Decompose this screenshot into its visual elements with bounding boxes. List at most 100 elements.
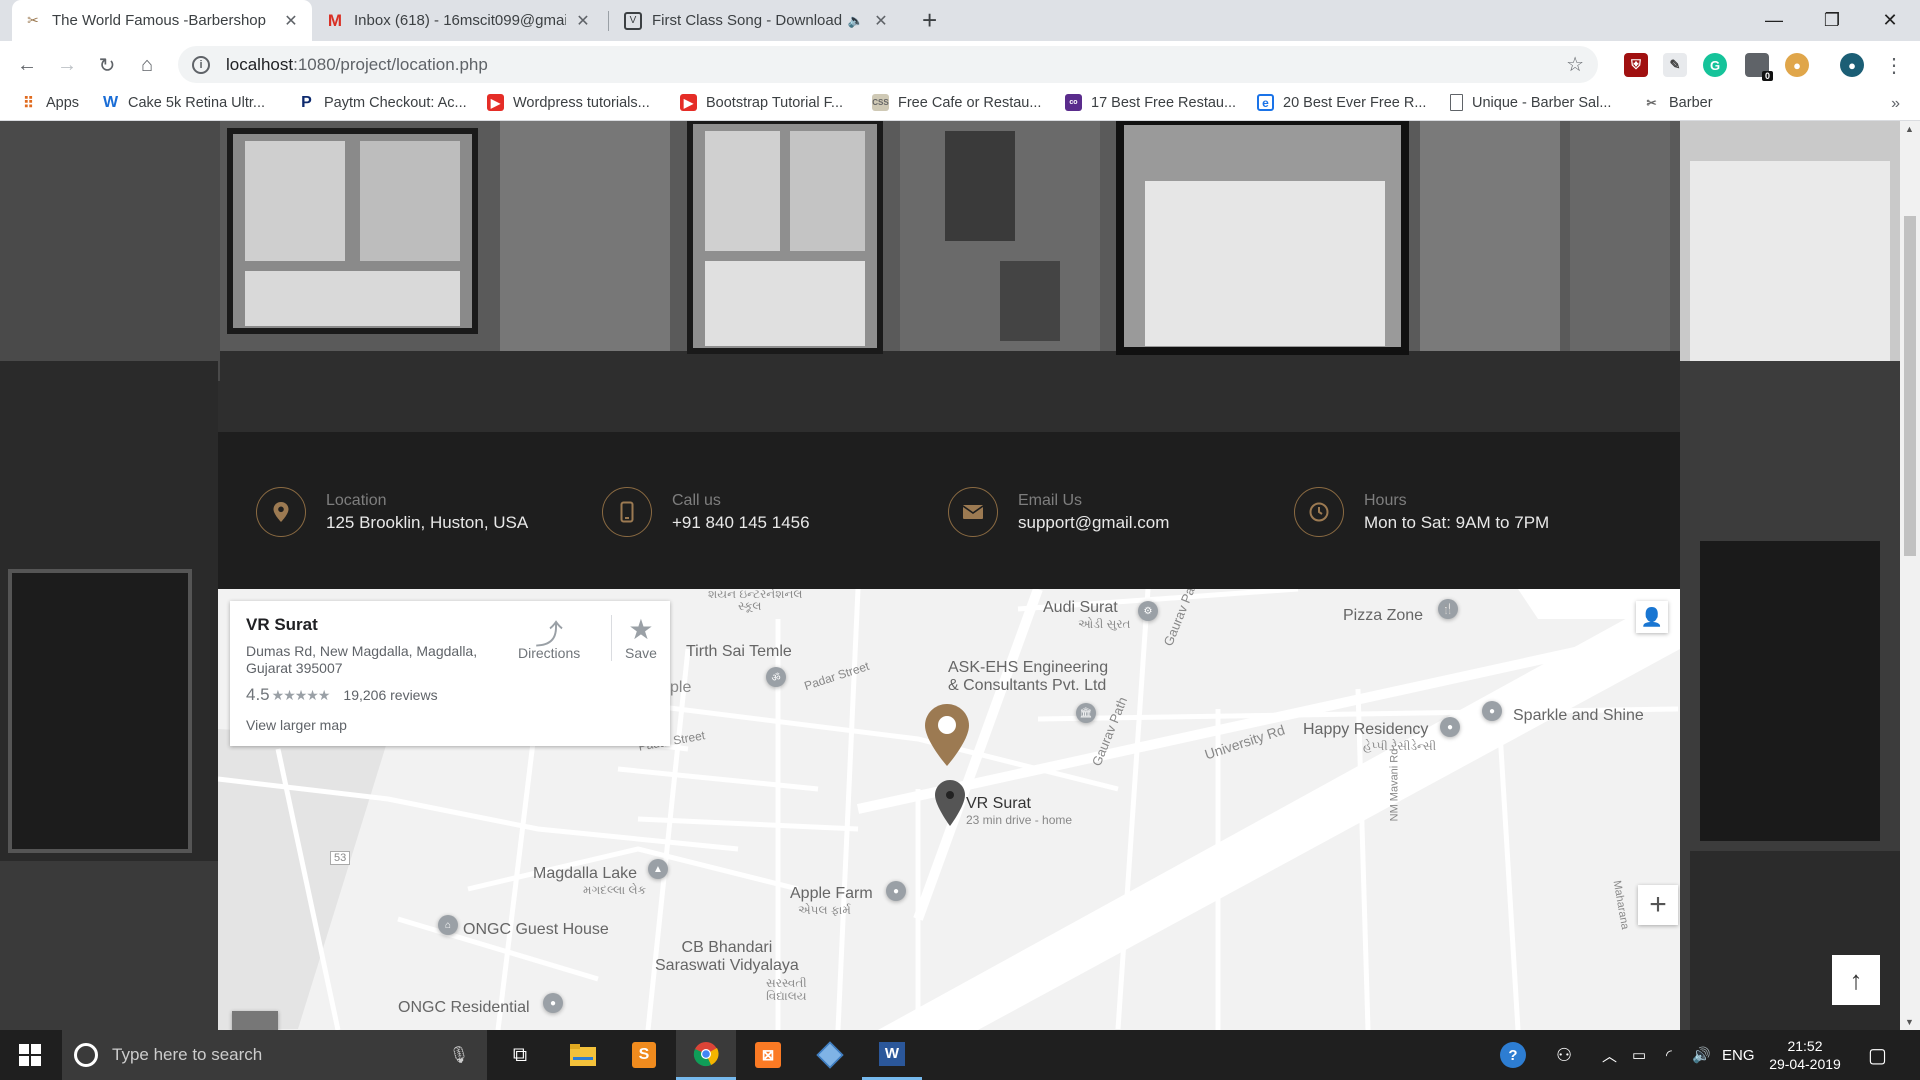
save-button[interactable]: ★ Save (625, 613, 657, 661)
vr-surat-pin-icon[interactable] (934, 779, 966, 827)
bookmark-star-icon[interactable]: ☆ (1566, 52, 1584, 77)
show-hidden-icons[interactable]: ︿ (1602, 1030, 1617, 1080)
info-icon[interactable]: i (192, 55, 210, 74)
forward-button[interactable]: → (53, 51, 81, 79)
url-path: :1080/project/location.php (293, 54, 488, 74)
location-marker-icon[interactable] (924, 703, 970, 767)
people-icon[interactable]: ⚇ (1556, 1030, 1572, 1080)
tab-song[interactable]: V First Class Song - Download 🔈 ✕ (612, 0, 902, 41)
bookmark-paytm[interactable]: P Paytm Checkout: Ac... (298, 94, 467, 111)
close-icon[interactable]: ✕ (282, 11, 300, 31)
menu-kebab-icon[interactable]: ⋮ (1880, 51, 1908, 79)
reload-button[interactable]: ↻ (93, 51, 121, 79)
paytm-icon: P (301, 93, 312, 111)
info-value: 125 Brooklin, Huston, USA (326, 513, 529, 532)
map-label-vr-surat: VR Surat (966, 795, 1031, 812)
taskbar-search-box[interactable]: Type here to search 🎙 (62, 1030, 487, 1080)
bookmark-bootstrap[interactable]: ▶ Bootstrap Tutorial F... (680, 94, 843, 111)
directions-button[interactable]: ⤴ Directions (518, 613, 580, 661)
poi-apple-farm-icon[interactable]: ● (886, 881, 906, 901)
audio-playing-icon[interactable]: 🔈 (848, 13, 864, 29)
clock[interactable]: 21:52 29-04-2019 (1760, 1037, 1850, 1073)
bookmark-label: Paytm Checkout: Ac... (324, 94, 467, 111)
google-map[interactable]: શયન ઇન્ટરનેશનલ સ્કૂલ Audi Surat ઓડી સુરત… (218, 589, 1680, 1030)
poi-sparkle-icon[interactable]: ● (1482, 701, 1502, 721)
address-bar[interactable]: i localhost:1080/project/location.php ☆ (178, 46, 1598, 83)
poi-audi-icon[interactable]: ⚙ (1138, 601, 1158, 621)
battery-icon[interactable]: ▭ (1632, 1030, 1646, 1080)
tab-barbershop[interactable]: ✂ The World Famous -Barbershop ✕ (12, 0, 312, 41)
bookmark-unique-barber[interactable]: Unique - Barber Sal... (1450, 94, 1611, 111)
minimize-button[interactable]: — (1745, 0, 1803, 41)
help-icon[interactable]: ? (1500, 1030, 1526, 1080)
poi-ask-ehs-icon[interactable]: 🏛 (1076, 703, 1096, 723)
windows-start-icon[interactable] (0, 1030, 60, 1080)
poi-pizza-icon[interactable]: 🍴 (1438, 599, 1458, 619)
home-button[interactable]: ⌂ (133, 51, 161, 79)
close-icon[interactable]: ✕ (872, 11, 890, 31)
scroll-up-arrow-icon[interactable]: ▲ (1905, 124, 1914, 134)
puzzle-extension-icon[interactable]: 0 (1745, 53, 1773, 81)
virtualbox-icon[interactable] (800, 1030, 860, 1080)
poi-tirth-icon[interactable]: ॐ (766, 667, 786, 687)
satellite-thumbnail[interactable] (232, 1011, 278, 1030)
chrome-icon[interactable] (676, 1030, 736, 1080)
close-icon[interactable]: ✕ (574, 11, 592, 31)
bookmark-restaurant-17[interactable]: co 17 Best Free Restau... (1065, 94, 1236, 111)
shield-extension-icon[interactable]: ⛨ (1624, 53, 1648, 77)
info-hours: Hours Mon to Sat: 9AM to 7PM (1294, 487, 1549, 537)
poi-ongc-guest-icon[interactable]: ⌂ (438, 915, 458, 935)
sublime-text-icon[interactable]: S (614, 1030, 674, 1080)
new-tab-button[interactable]: + (922, 5, 937, 36)
page-scrollbar[interactable]: ▲ ▼ (1900, 121, 1920, 1030)
bookmark-wordpress[interactable]: ▶ Wordpress tutorials... (487, 94, 650, 111)
street-view-pegman-icon[interactable]: 👤 (1636, 601, 1668, 633)
place-info-card: VR Surat Dumas Rd, New Magdalla, Magdall… (230, 601, 670, 746)
poi-lake-icon[interactable]: ▲ (648, 859, 668, 879)
info-value[interactable]: support@gmail.com (1018, 512, 1169, 534)
grammarly-icon[interactable]: G (1703, 53, 1727, 77)
bookmark-barber[interactable]: ✂ Barber (1643, 94, 1712, 111)
bookmark-cake[interactable]: W Cake 5k Retina Ultr... (102, 94, 265, 111)
bookmark-label: Cake 5k Retina Ultr... (128, 94, 265, 111)
tab-gmail[interactable]: M Inbox (618) - 16mscit099@gmail ✕ (314, 0, 604, 41)
rating-value: 4.5 (246, 685, 270, 704)
view-larger-map-link[interactable]: View larger map (246, 717, 654, 733)
bookmark-cafe[interactable]: CSS Free Cafe or Restau... (872, 94, 1041, 111)
map-label-vr-drive: 23 min drive - home (966, 813, 1073, 827)
info-email: Email Us support@gmail.com (948, 487, 1169, 537)
volume-icon[interactable]: 🔊 (1692, 1030, 1711, 1080)
site-icon: e (1257, 94, 1274, 111)
scroll-to-top-button[interactable]: ↑ (1832, 955, 1880, 1005)
profile-avatar[interactable]: ● (1840, 53, 1864, 77)
phone-icon (602, 487, 652, 537)
more-bookmarks-icon[interactable]: » (1891, 95, 1900, 113)
cookie-extension-icon[interactable]: ● (1785, 53, 1809, 77)
microphone-icon[interactable]: 🎙 (449, 1045, 469, 1065)
poi-ongc-res-icon[interactable]: ● (543, 993, 563, 1013)
close-window-button[interactable]: ✕ (1861, 0, 1919, 41)
language-indicator[interactable]: ENG (1722, 1030, 1755, 1080)
poi-happy-icon[interactable]: ● (1440, 717, 1460, 737)
bookmark-restaurant-20[interactable]: e 20 Best Ever Free R... (1257, 94, 1426, 111)
zoom-in-button[interactable]: + (1638, 885, 1678, 925)
review-count[interactable]: 19,206 reviews (343, 687, 437, 703)
maximize-button[interactable]: ❐ (1803, 0, 1861, 41)
place-address: Dumas Rd, New Magdalla, Magdalla, Gujara… (246, 643, 478, 676)
file-explorer-icon[interactable] (553, 1030, 613, 1080)
scrollbar-thumb[interactable] (1904, 216, 1916, 556)
color-picker-extension-icon[interactable]: ✎ (1663, 53, 1687, 77)
place-rating: 4.5 ★★★★★ 19,206 reviews (246, 685, 654, 705)
back-button[interactable]: ← (13, 51, 41, 79)
word-icon[interactable]: W (862, 1030, 922, 1080)
url-host: localhost (226, 54, 294, 74)
notifications-icon[interactable]: ▢ (1868, 1030, 1887, 1080)
map-label-apple-farm-local: એપલ ફાર્મ (798, 903, 851, 917)
wifi-icon[interactable]: ◜ (1666, 1030, 1672, 1080)
bookmark-apps[interactable]: ⠿ Apps (20, 94, 79, 112)
scroll-down-arrow-icon[interactable]: ▼ (1905, 1017, 1914, 1027)
colorlib-icon: co (1065, 94, 1082, 111)
task-view-icon[interactable]: ⧉ (490, 1030, 550, 1080)
xampp-icon[interactable]: ⊠ (738, 1030, 798, 1080)
save-label: Save (625, 645, 657, 661)
